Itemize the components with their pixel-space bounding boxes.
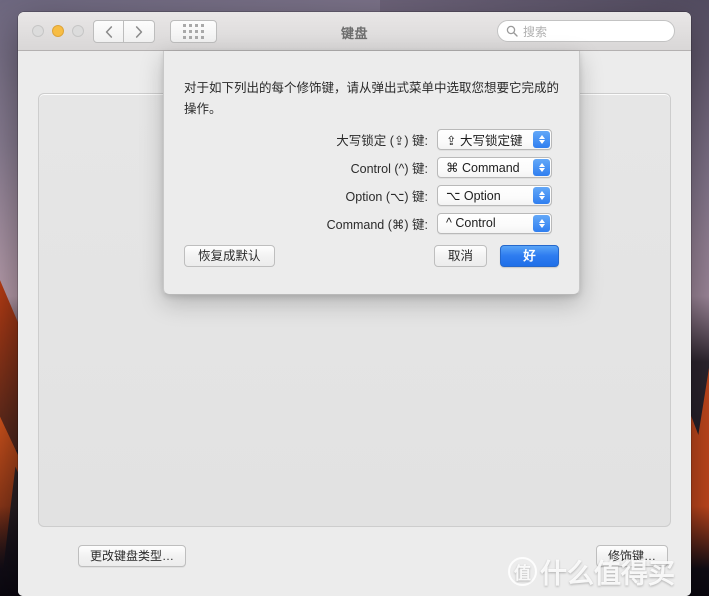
restore-defaults-button[interactable]: 恢复成默认 <box>184 245 275 267</box>
control-dropdown[interactable]: ⌘ Command <box>437 156 552 178</box>
chevron-updown-icon <box>533 158 550 176</box>
caps-lock-dropdown[interactable]: ⇪ 大写锁定键 <box>437 128 552 150</box>
chevron-updown-icon <box>533 186 550 204</box>
keyboard-preferences-window: 键盘 搜索 更改键盘类型… 修饰键… 设置蓝牙键盘… ? 对于如下列出的每个修饰… <box>18 12 691 596</box>
search-icon <box>506 25 518 37</box>
option-label: Option (⌥) 键: <box>345 189 428 204</box>
command-dropdown-value: ^ Control <box>446 216 496 230</box>
command-dropdown[interactable]: ^ Control <box>437 212 552 234</box>
window-titlebar: 键盘 搜索 <box>18 12 691 51</box>
search-placeholder: 搜索 <box>523 24 548 39</box>
control-label: Control (^) 键: <box>350 161 428 176</box>
search-field[interactable]: 搜索 <box>497 20 675 42</box>
option-dropdown[interactable]: ⌥ Option <box>437 184 552 206</box>
modifier-keys-button[interactable]: 修饰键… <box>595 545 668 567</box>
control-dropdown-value: ⌘ Command <box>446 160 520 175</box>
change-keyboard-type-button[interactable]: 更改键盘类型… <box>78 545 187 567</box>
ok-button[interactable]: 好 <box>500 245 559 267</box>
chevron-updown-icon <box>533 214 550 232</box>
sheet-button-bar: 恢复成默认 取消 好 <box>164 245 579 275</box>
modifier-rows: 大写锁定 (⇪) 键: ⇪ 大写锁定键 Control (^) 键: ⌘ Com… <box>164 125 579 237</box>
modifier-row-caps-lock: 大写锁定 (⇪) 键: ⇪ 大写锁定键 <box>164 125 579 153</box>
caps-lock-label: 大写锁定 (⇪) 键: <box>336 133 428 148</box>
option-dropdown-value: ⌥ Option <box>446 188 501 203</box>
modifier-keys-sheet: 对于如下列出的每个修饰键，请从弹出式菜单中选取您想要它完成的操作。 大写锁定 (… <box>163 51 580 295</box>
chevron-updown-icon <box>533 130 550 148</box>
sheet-description: 对于如下列出的每个修饰键，请从弹出式菜单中选取您想要它完成的操作。 <box>184 81 560 116</box>
modifier-row-control: Control (^) 键: ⌘ Command <box>164 153 579 181</box>
command-label: Command (⌘) 键: <box>326 217 428 232</box>
modifier-row-option: Option (⌥) 键: ⌥ Option <box>164 181 579 209</box>
modifier-row-command: Command (⌘) 键: ^ Control <box>164 209 579 237</box>
caps-lock-dropdown-value: ⇪ 大写锁定键 <box>446 133 523 148</box>
cancel-button[interactable]: 取消 <box>433 245 487 267</box>
